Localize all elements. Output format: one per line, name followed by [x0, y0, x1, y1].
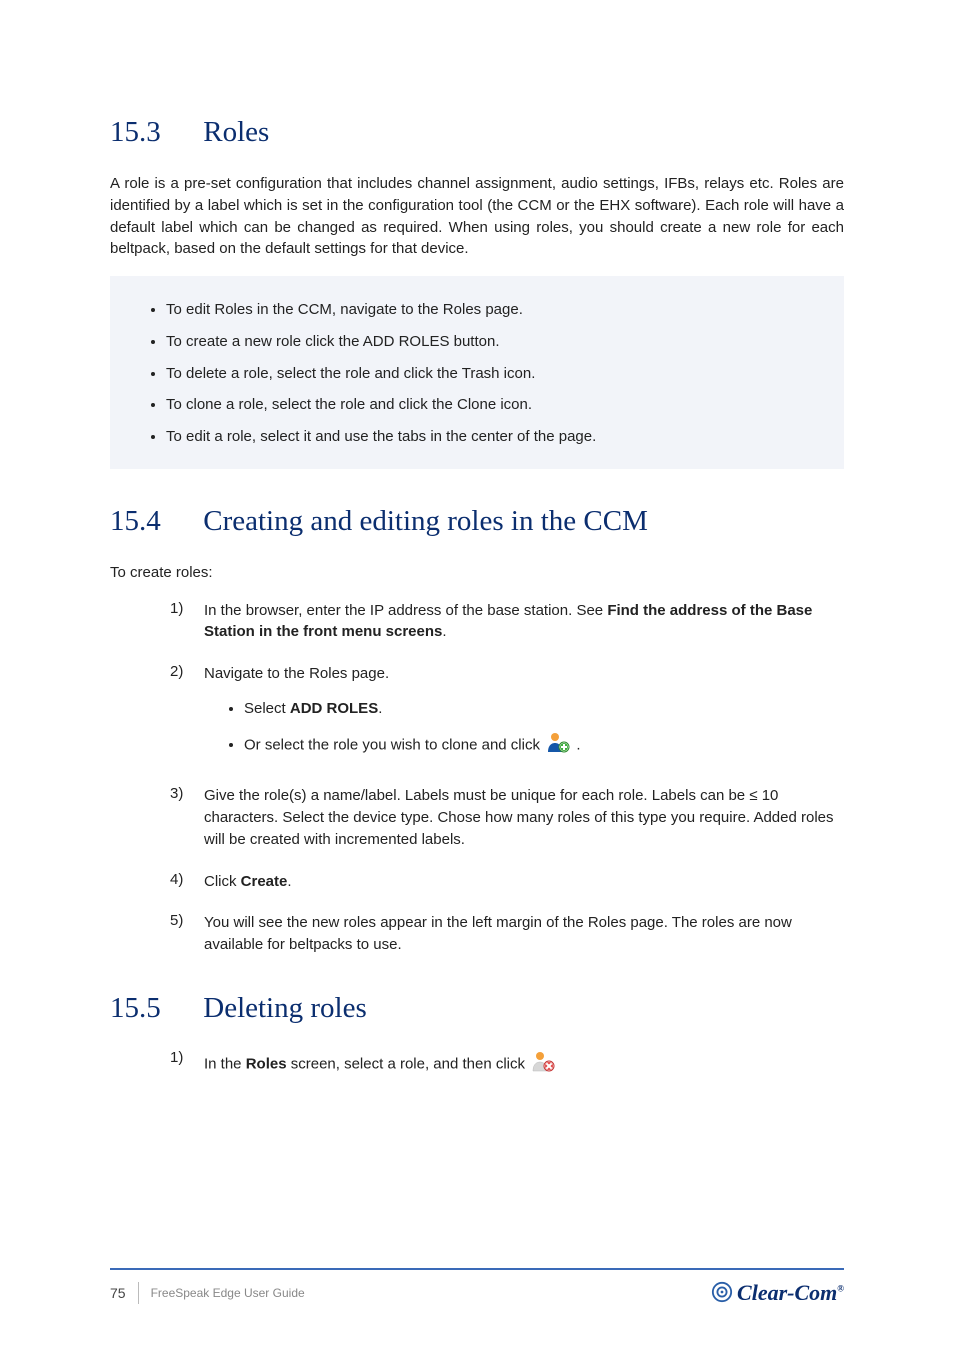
- step-2: 2) Navigate to the Roles page. Select AD…: [170, 663, 844, 765]
- footer-left: 75 FreeSpeak Edge User Guide: [110, 1282, 305, 1304]
- footer-rule: [110, 1268, 844, 1270]
- roles-intro-paragraph: A role is a pre-set configuration that i…: [110, 173, 844, 260]
- step-number: 1): [170, 1049, 204, 1080]
- logo-text: Clear-Com®: [737, 1280, 844, 1306]
- footer-logo: Clear-Com®: [711, 1280, 844, 1306]
- step-text: In the browser, enter the IP address of …: [204, 600, 844, 644]
- creating-steps: 1) In the browser, enter the IP address …: [170, 600, 844, 956]
- step-text: You will see the new roles appear in the…: [204, 912, 844, 956]
- list-item: Or select the role you wish to clone and…: [244, 725, 844, 766]
- deleting-steps: 1) In the Roles screen, select a role, a…: [170, 1049, 844, 1080]
- step-1-delete: 1) In the Roles screen, select a role, a…: [170, 1049, 844, 1080]
- footer-divider: [138, 1282, 139, 1304]
- step-text-part: .: [442, 623, 446, 640]
- sub-text: Select: [244, 700, 290, 717]
- footer-guide-title: FreeSpeak Edge User Guide: [151, 1286, 305, 1300]
- sub-text: Or select the role you wish to clone and…: [244, 736, 544, 753]
- section-number: 15.4: [110, 505, 196, 538]
- section-title-text: Roles: [203, 116, 269, 148]
- footer-row: 75 FreeSpeak Edge User Guide Clear-Com®: [110, 1280, 844, 1306]
- step-text-part: In the browser, enter the IP address of …: [204, 602, 607, 619]
- step-1: 1) In the browser, enter the IP address …: [170, 600, 844, 644]
- step-4: 4) Click Create.: [170, 871, 844, 893]
- list-item: To clone a role, select the role and cli…: [166, 389, 822, 421]
- page-number: 75: [110, 1285, 126, 1301]
- step-number: 3): [170, 785, 204, 850]
- section-number: 15.3: [110, 116, 196, 149]
- step-text-part: In the: [204, 1055, 246, 1072]
- step-5: 5) You will see the new roles appear in …: [170, 912, 844, 956]
- logo-registered: ®: [837, 1284, 844, 1294]
- delete-user-icon: [531, 1049, 555, 1080]
- step-text: Give the role(s) a name/label. Labels mu…: [204, 785, 844, 850]
- list-item: To delete a role, select the role and cl…: [166, 358, 822, 390]
- step-number: 2): [170, 663, 204, 765]
- step-3: 3) Give the role(s) a name/label. Labels…: [170, 785, 844, 850]
- sub-bold: ADD ROLES: [290, 700, 378, 717]
- list-item: To create a new role click the ADD ROLES…: [166, 326, 822, 358]
- step-number: 5): [170, 912, 204, 956]
- sub-text: .: [378, 700, 382, 717]
- section-title-text: Deleting roles: [203, 992, 366, 1024]
- add-user-icon: [546, 730, 570, 761]
- step-text: Navigate to the Roles page. Select ADD R…: [204, 663, 844, 765]
- sub-text: .: [576, 736, 580, 753]
- step-text-part: Click: [204, 873, 241, 890]
- section-heading-deleting: 15.5 Deleting roles: [110, 992, 844, 1025]
- step-bold: Roles: [246, 1055, 287, 1072]
- step-bold: Create: [241, 873, 288, 890]
- step-2-sublist: Select ADD ROLES. Or select the role you…: [204, 693, 844, 766]
- section-heading-roles: 15.3 Roles: [110, 116, 844, 149]
- logo-mark-icon: [711, 1281, 733, 1306]
- list-item: To edit a role, select it and use the ta…: [166, 421, 822, 453]
- list-item: To edit Roles in the CCM, navigate to th…: [166, 294, 822, 326]
- step-text: Click Create.: [204, 871, 844, 893]
- list-item: Select ADD ROLES.: [244, 693, 844, 725]
- creating-intro: To create roles:: [110, 562, 844, 584]
- step-text: In the Roles screen, select a role, and …: [204, 1049, 844, 1080]
- step-text-part: screen, select a role, and then click: [287, 1055, 530, 1072]
- step-number: 4): [170, 871, 204, 893]
- step-text-part: .: [287, 873, 291, 890]
- document-page: 15.3 Roles A role is a pre-set configura…: [0, 0, 954, 1350]
- roles-bullet-list: To edit Roles in the CCM, navigate to th…: [136, 294, 822, 453]
- step-number: 1): [170, 600, 204, 644]
- section-title-text: Creating and editing roles in the CCM: [203, 505, 648, 537]
- section-heading-creating: 15.4 Creating and editing roles in the C…: [110, 505, 844, 538]
- section-number: 15.5: [110, 992, 196, 1025]
- roles-bullet-box: To edit Roles in the CCM, navigate to th…: [110, 276, 844, 469]
- page-footer: 75 FreeSpeak Edge User Guide Clear-Com®: [110, 1268, 844, 1306]
- step-text-line: Navigate to the Roles page.: [204, 665, 389, 682]
- logo-text-value: Clear-Com: [737, 1280, 837, 1305]
